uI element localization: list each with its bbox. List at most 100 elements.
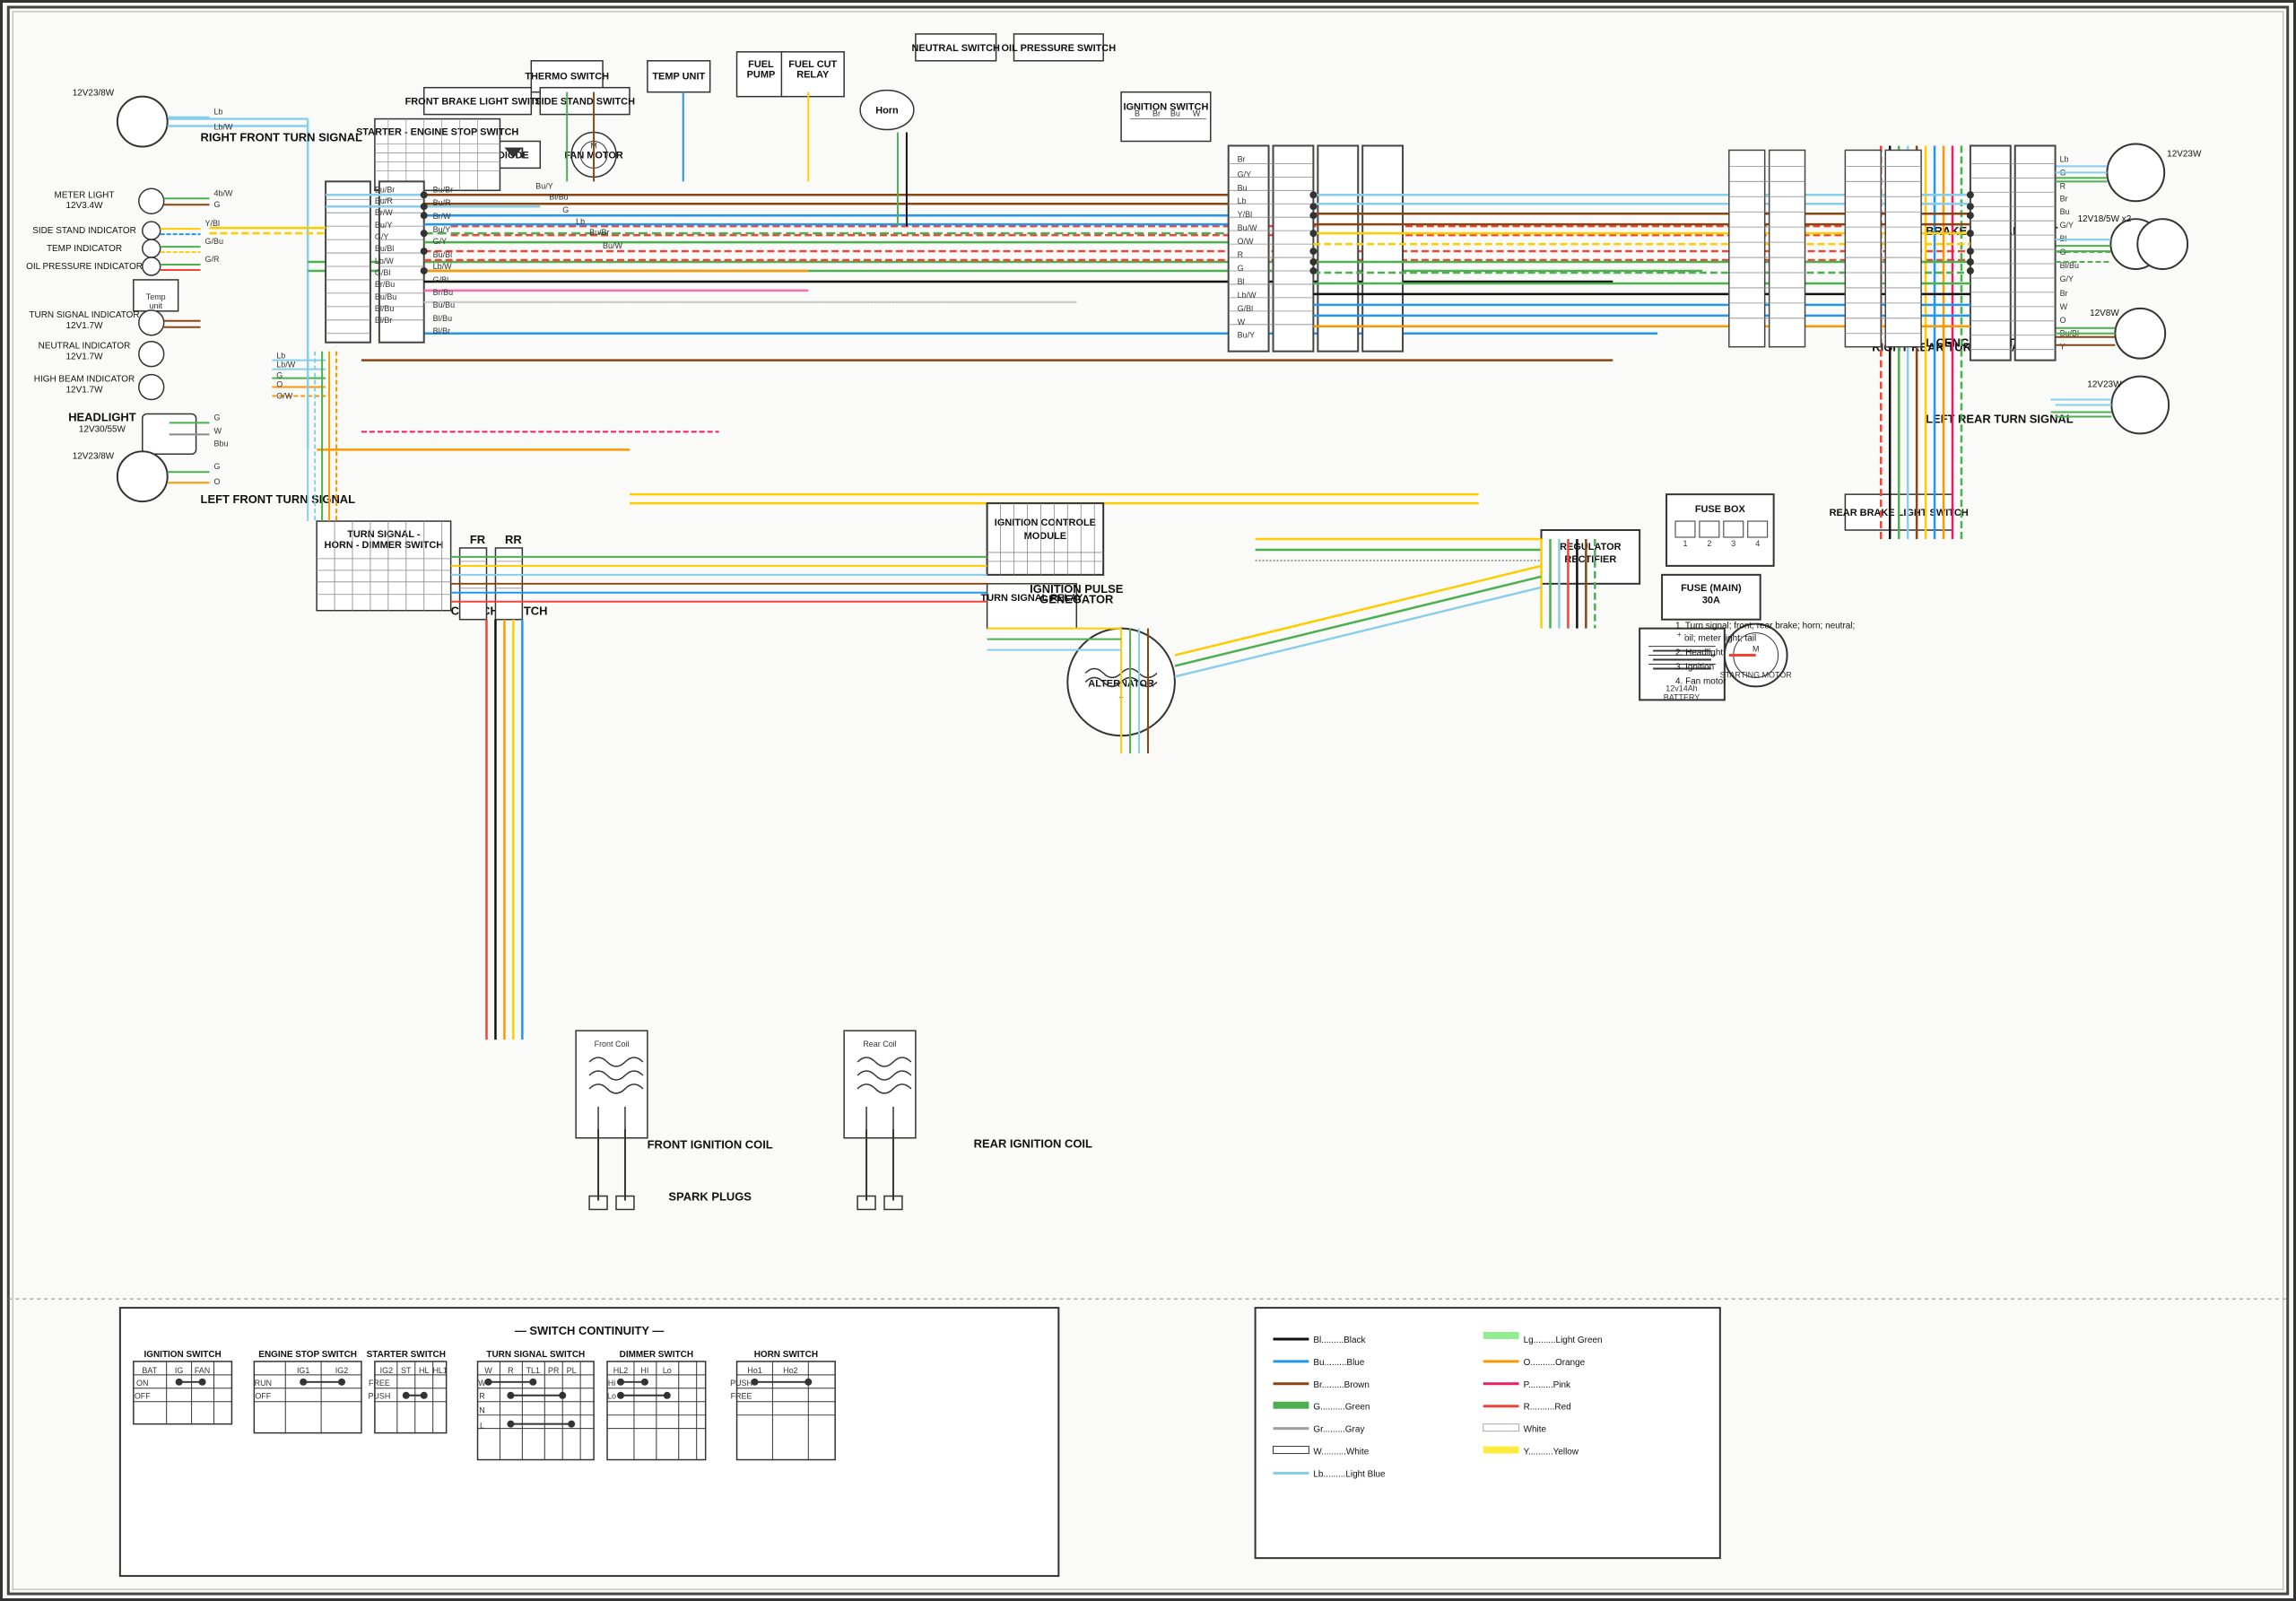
- svg-text:PUSH: PUSH: [368, 1392, 390, 1401]
- svg-text:12V3.4W: 12V3.4W: [66, 201, 104, 211]
- svg-text:B: B: [1135, 109, 1140, 118]
- svg-text:Bl/Bu: Bl/Bu: [549, 192, 568, 201]
- svg-text:STARTER - ENGINE STOP SWITCH: STARTER - ENGINE STOP SWITCH: [356, 127, 518, 138]
- svg-text:G: G: [1238, 264, 1244, 273]
- svg-text:RELAY: RELAY: [796, 70, 830, 81]
- svg-text:HIGH BEAM INDICATOR: HIGH BEAM INDICATOR: [34, 375, 135, 385]
- svg-text:G..........Green: G..........Green: [1313, 1403, 1370, 1413]
- svg-text:Br: Br: [1238, 154, 1246, 163]
- svg-text:4. Fan motor: 4. Fan motor: [1675, 676, 1726, 686]
- svg-text:Br.........Brown: Br.........Brown: [1313, 1380, 1370, 1390]
- svg-text:TURN SIGNAL SWITCH: TURN SIGNAL SWITCH: [486, 1350, 585, 1360]
- svg-text:REAR IGNITION COIL: REAR IGNITION COIL: [974, 1137, 1092, 1151]
- svg-text:Gr.........Gray: Gr.........Gray: [1313, 1425, 1364, 1435]
- svg-text:HL2: HL2: [613, 1366, 628, 1375]
- svg-text:ENGINE STOP SWITCH: ENGINE STOP SWITCH: [258, 1350, 357, 1360]
- svg-text:O/W: O/W: [276, 392, 292, 401]
- svg-text:G: G: [214, 413, 221, 422]
- svg-text:OFF: OFF: [255, 1392, 271, 1401]
- svg-text:ST: ST: [401, 1366, 412, 1375]
- svg-text:Bu/Br: Bu/Br: [433, 185, 453, 194]
- svg-text:G/Bl: G/Bl: [433, 275, 448, 284]
- svg-text:G/Bl: G/Bl: [1238, 304, 1253, 313]
- svg-text:FR: FR: [470, 533, 486, 546]
- svg-text:Bu/Y: Bu/Y: [375, 221, 392, 230]
- svg-text:Bl: Bl: [1238, 277, 1245, 286]
- svg-text:Bl/Br: Bl/Br: [375, 316, 392, 325]
- svg-text:R: R: [2060, 181, 2066, 190]
- svg-text:Br/W: Br/W: [375, 208, 393, 217]
- svg-text:Horn: Horn: [875, 106, 899, 117]
- svg-text:Y/Bl: Y/Bl: [1238, 210, 1252, 219]
- svg-text:LEFT FRONT TURN SIGNAL: LEFT FRONT TURN SIGNAL: [201, 492, 356, 506]
- svg-text:G/Y: G/Y: [1238, 170, 1251, 178]
- svg-text:GENEGATOR: GENEGATOR: [1039, 593, 1114, 606]
- svg-text:R: R: [508, 1366, 514, 1375]
- svg-text:W..........White: W..........White: [1313, 1448, 1369, 1457]
- svg-text:Bu/W: Bu/W: [603, 241, 622, 250]
- svg-text:Y: Y: [2060, 343, 2066, 352]
- svg-text:Lb: Lb: [214, 108, 223, 117]
- svg-text:THERMO SWITCH: THERMO SWITCH: [525, 72, 609, 83]
- svg-text:G/R: G/R: [205, 255, 220, 264]
- svg-text:MODULE: MODULE: [1024, 531, 1066, 542]
- svg-text:Bu/Br: Bu/Br: [589, 228, 609, 237]
- svg-text:PUMP: PUMP: [747, 70, 776, 81]
- svg-text:unit: unit: [150, 301, 163, 310]
- svg-text:Bl: Bl: [2060, 234, 2067, 243]
- svg-text:IG2: IG2: [380, 1366, 393, 1375]
- svg-text:12V23W: 12V23W: [2087, 380, 2122, 390]
- svg-text:Bu/Y: Bu/Y: [535, 181, 552, 190]
- svg-text:M: M: [1752, 645, 1759, 654]
- svg-text:Lb: Lb: [276, 352, 285, 361]
- svg-text:3: 3: [1731, 539, 1735, 548]
- svg-text:HEADLIGHT: HEADLIGHT: [68, 410, 136, 423]
- svg-text:Bl/Bu: Bl/Bu: [375, 304, 394, 313]
- svg-text:12V1.7W: 12V1.7W: [66, 321, 104, 331]
- svg-text:RUN: RUN: [255, 1379, 272, 1388]
- svg-text:Hi: Hi: [608, 1379, 615, 1388]
- svg-text:G: G: [214, 200, 221, 209]
- svg-text:FREE: FREE: [731, 1392, 752, 1401]
- svg-text:HL1: HL1: [432, 1366, 447, 1375]
- svg-text:IGNITION SWITCH: IGNITION SWITCH: [144, 1350, 221, 1360]
- svg-text:G/Y: G/Y: [2060, 274, 2074, 283]
- svg-text:2. Headlight: 2. Headlight: [1675, 648, 1723, 658]
- svg-text:PL: PL: [567, 1366, 577, 1375]
- svg-text:TURN SIGNAL -: TURN SIGNAL -: [347, 529, 421, 540]
- svg-text:R: R: [1238, 250, 1244, 259]
- svg-text:G/Y: G/Y: [2060, 221, 2074, 230]
- svg-text:R..........Red: R..........Red: [1524, 1403, 1571, 1413]
- svg-text:STARTER SWITCH: STARTER SWITCH: [367, 1350, 446, 1360]
- svg-text:G/Bl: G/Bl: [375, 268, 390, 277]
- svg-text:SIDE STAND INDICATOR: SIDE STAND INDICATOR: [32, 226, 136, 236]
- svg-text:Bl/Br: Bl/Br: [433, 326, 450, 335]
- white-label: White: [1524, 1425, 1547, 1435]
- svg-text:12V1.7W: 12V1.7W: [66, 352, 104, 362]
- svg-text:Bu/Y: Bu/Y: [1238, 331, 1255, 340]
- svg-text:G: G: [276, 371, 283, 380]
- svg-text:G/Bu: G/Bu: [205, 237, 223, 246]
- svg-text:HORN SWITCH: HORN SWITCH: [754, 1350, 818, 1360]
- svg-text:Br: Br: [2060, 289, 2068, 298]
- svg-text:W: W: [2060, 302, 2068, 311]
- svg-text:Bu/R: Bu/R: [433, 198, 451, 207]
- svg-text:4b/W: 4b/W: [214, 188, 233, 197]
- svg-text:oil; meter light; tail: oil; meter light; tail: [1684, 634, 1756, 644]
- svg-text:BAT: BAT: [142, 1366, 157, 1375]
- svg-text:LEFT REAR TURN SIGNAL: LEFT REAR TURN SIGNAL: [1926, 412, 2074, 425]
- svg-text:Bu: Bu: [1170, 109, 1180, 118]
- svg-text:Bu/Y: Bu/Y: [433, 225, 450, 234]
- svg-text:Br/W: Br/W: [433, 212, 451, 221]
- svg-text:OIL PRESSURE INDICATOR: OIL PRESSURE INDICATOR: [26, 262, 143, 272]
- svg-text:3. Ignition: 3. Ignition: [1675, 662, 1714, 672]
- svg-text:FAN: FAN: [195, 1366, 210, 1375]
- svg-text:SIDE STAND SWITCH: SIDE STAND SWITCH: [535, 97, 635, 108]
- svg-text:G: G: [214, 462, 221, 471]
- svg-text:PR: PR: [548, 1366, 560, 1375]
- svg-text:DIMMER SWITCH: DIMMER SWITCH: [620, 1350, 693, 1360]
- svg-text:12V23W: 12V23W: [2167, 149, 2202, 159]
- svg-text:Lb: Lb: [2060, 154, 2069, 163]
- svg-text:FUSE (MAIN): FUSE (MAIN): [1681, 583, 1742, 594]
- svg-text:SPARK PLUGS: SPARK PLUGS: [668, 1189, 752, 1203]
